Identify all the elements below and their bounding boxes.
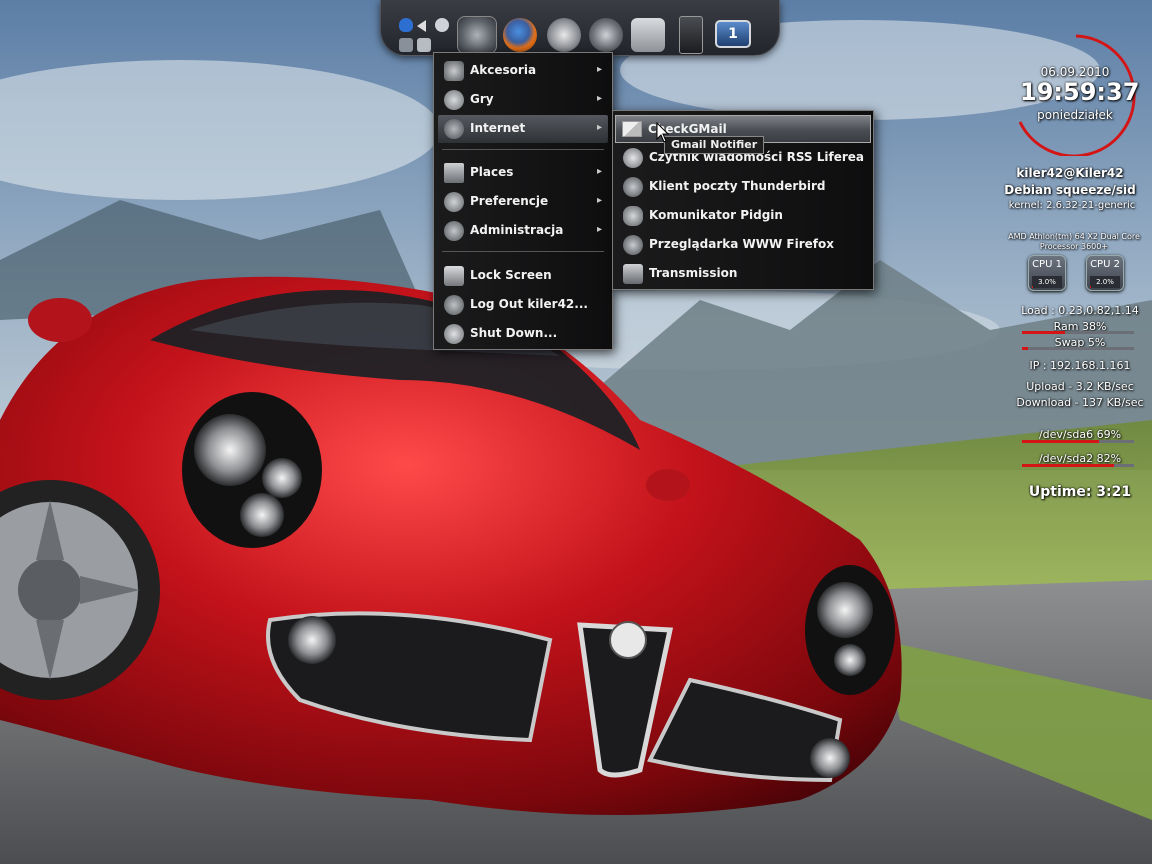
disk1-usage-fill [1022,440,1100,443]
menu-item-label: Places [470,165,514,179]
volume-icon[interactable] [417,20,426,32]
cpu2-value: 2.0% [1096,278,1114,286]
menu-item-internet[interactable]: Internet ▸ [438,115,608,143]
clock-weekday: poniedziałek [1037,108,1113,122]
menu-item-administration[interactable]: Administracja ▸ [438,217,608,245]
places-icon [444,163,464,183]
network-icon[interactable] [399,38,413,52]
submenu-item-label: Klient poczty Thunderbird [649,179,826,193]
ram-usage-fill [1022,331,1065,334]
workspace-switcher[interactable]: 1 [715,20,751,48]
cpu-model-line-1: AMD Athlon(tm) 64 X2 Dual Core [1008,232,1140,241]
menu-item-label: Lock Screen [470,268,552,282]
menu-item-shut-down[interactable]: Shut Down... [438,320,608,348]
speaker-icon[interactable] [679,16,703,54]
cpu1-value: 3.0% [1038,278,1056,286]
shield-icon[interactable] [399,18,413,32]
mail-envelope-icon [622,121,642,137]
submenu-arrow-icon: ▸ [596,166,602,177]
upload-speed: Upload - 3.2 KB/sec [1026,380,1134,393]
menu-item-label: Shut Down... [470,326,558,340]
rss-feed-icon[interactable] [547,18,581,52]
cpu-model-line-2: Processor 3600+ [1039,242,1109,251]
cpu2-meter: CPU 2 2.0% [1086,255,1124,291]
cpu2-label: CPU 2 [1090,259,1120,270]
thunderbird-icon [623,177,643,197]
swap-usage-fill [1022,347,1028,350]
firefox-icon[interactable] [503,18,537,52]
user-host: kiler42@Kiler42 [1016,166,1124,180]
shut-down-icon [444,324,464,344]
menu-item-preferences[interactable]: Preferencje ▸ [438,188,608,216]
administration-icon [444,221,464,241]
menu-item-label: Preferencje [470,194,549,208]
ip-address: IP : 192.168.1.161 [1029,359,1131,372]
globe-icon[interactable] [589,18,623,52]
ram-usage-bar [1022,331,1134,334]
load-average: Load : 0.23,0.82,1.14 [1021,304,1139,317]
submenu-arrow-icon: ▸ [596,195,602,206]
preferences-icon [444,192,464,212]
keyboard-icon[interactable] [417,38,431,52]
download-speed: Download - 137 KB/sec [1016,396,1144,409]
disk1-usage-bar [1022,440,1134,443]
submenu-arrow-icon: ▸ [596,64,602,75]
games-icon [444,90,464,110]
menu-item-label: Administracja [470,223,564,237]
cpu2-fill [1090,286,1091,288]
submenu-arrow-icon: ▸ [596,224,602,235]
submenu-item-label: Przeglądarka WWW Firefox [649,237,834,251]
menu-item-log-out[interactable]: Log Out kiler42... [438,291,608,319]
tooltip: Gmail Notifier [664,136,765,154]
mouse-pointer-icon [656,122,670,143]
cpu1-value-box: 3.0% [1032,276,1062,288]
kernel-version: kernel: 2.6.32-21-generic [1008,200,1136,211]
lock-screen-icon [444,266,464,286]
submenu-item-transmission[interactable]: Transmission [617,260,869,288]
cpu1-fill [1032,286,1033,288]
cpu1-meter: CPU 1 3.0% [1028,255,1066,291]
cpu1-label: CPU 1 [1032,259,1062,270]
cpu2-value-box: 2.0% [1090,276,1120,288]
submenu-item-label: Transmission [649,266,738,280]
menu-item-places[interactable]: Places ▸ [438,159,608,187]
firefox-icon [623,235,643,255]
menu-item-games[interactable]: Gry ▸ [438,86,608,114]
submenu-item-label: Komunikator Pidgin [649,208,783,222]
clock-date: 06.09.2010 [1040,65,1110,79]
disk2-usage-bar [1022,464,1134,467]
internet-icon [444,119,464,139]
swap-usage-bar [1022,347,1134,350]
top-dock: 1 [380,0,780,56]
submenu-item-firefox[interactable]: Przeglądarka WWW Firefox [617,231,869,259]
submenu-item-pidgin[interactable]: Komunikator Pidgin [617,202,869,230]
uptime: Uptime: 3:21 [1028,484,1132,500]
disk2-usage-fill [1022,464,1114,467]
submenu-arrow-icon: ▸ [596,93,602,104]
os-name: Debian squeeze/sid [1004,183,1136,197]
menu-item-label: Gry [470,92,494,106]
submenu-arrow-icon: ▸ [596,122,602,133]
joystick-icon[interactable] [631,18,665,52]
accessories-icon [444,61,464,81]
clock-time: 19:59:37 [1020,78,1140,106]
submenu-item-thunderbird[interactable]: Klient poczty Thunderbird [617,173,869,201]
main-menu: Akcesoria ▸ Gry ▸ Internet ▸ Places ▸ Pr… [433,52,613,350]
menu-item-label: Log Out kiler42... [470,297,588,311]
pidgin-icon [623,206,643,226]
transmission-icon [623,264,643,284]
menu-item-label: Akcesoria [470,63,537,77]
main-menu-icon[interactable] [457,16,497,54]
menu-separator [442,149,604,150]
menu-item-accessories[interactable]: Akcesoria ▸ [438,57,608,85]
workspace-number: 1 [728,26,738,42]
menu-item-label: Internet [470,121,526,135]
log-out-icon [444,295,464,315]
menu-separator [442,251,604,252]
rss-reader-icon [623,148,643,168]
menu-item-lock-screen[interactable]: Lock Screen [438,262,608,290]
bluetooth-icon[interactable] [435,18,449,32]
